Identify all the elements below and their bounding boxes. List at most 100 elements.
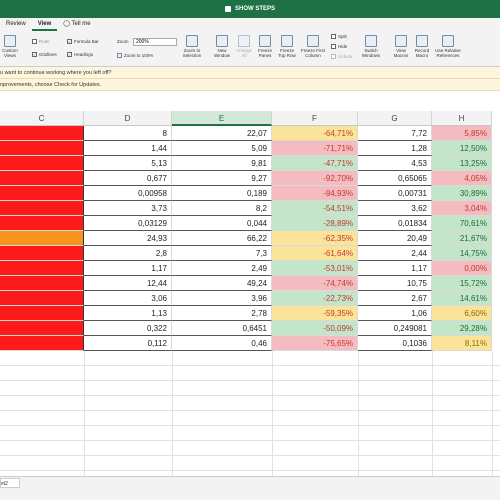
empty-row[interactable] — [0, 411, 500, 426]
ruler-checkbox[interactable]: Ruler — [32, 39, 50, 44]
cell-e[interactable]: 3,96 — [172, 291, 272, 306]
cell-d[interactable]: 5,13 — [84, 156, 172, 171]
cell-c[interactable] — [0, 336, 84, 351]
cell-e[interactable]: 9,81 — [172, 156, 272, 171]
cell-f[interactable]: -28,89% — [272, 216, 358, 231]
cell-g[interactable]: 1,28 — [358, 141, 432, 156]
cell-d[interactable]: 1,13 — [84, 306, 172, 321]
use-relative-references-button[interactable]: Use Relative References — [433, 35, 463, 58]
cell-d[interactable]: 0,112 — [84, 336, 172, 351]
cell-e[interactable]: 22,07 — [172, 126, 272, 141]
cell-d[interactable]: 24,93 — [84, 231, 172, 246]
cell-d[interactable]: 0,322 — [84, 321, 172, 336]
cell-f[interactable]: -92,70% — [272, 171, 358, 186]
formula-bar-checkbox[interactable]: ✓ Formula Bar — [67, 39, 99, 44]
headings-checkbox[interactable]: ✓ Headings — [67, 52, 93, 57]
cell-d[interactable]: 0,00958 — [84, 186, 172, 201]
column-header-c[interactable]: C — [0, 111, 84, 126]
cell-d[interactable]: 0,677 — [84, 171, 172, 186]
cell-c[interactable] — [0, 276, 84, 291]
cell-h[interactable]: 12,50% — [432, 141, 492, 156]
cell-c[interactable] — [0, 126, 84, 141]
cell-e[interactable]: 2,49 — [172, 261, 272, 276]
cell-d[interactable]: 3,73 — [84, 201, 172, 216]
cell-d[interactable]: 0,03129 — [84, 216, 172, 231]
cell-g[interactable]: 10,75 — [358, 276, 432, 291]
cell-g[interactable]: 0,00731 — [358, 186, 432, 201]
cell-e[interactable]: 49,24 — [172, 276, 272, 291]
cell-h[interactable]: 6,60% — [432, 306, 492, 321]
cell-f[interactable]: -94,93% — [272, 186, 358, 201]
tab-tell-me[interactable]: ◯ Tell me — [57, 18, 96, 31]
empty-row[interactable] — [0, 426, 500, 441]
cell-f[interactable]: -22,73% — [272, 291, 358, 306]
empty-row[interactable] — [0, 381, 500, 396]
zoom-select[interactable]: 200% — [133, 38, 177, 46]
cell-c[interactable] — [0, 216, 84, 231]
cell-g[interactable]: 0,1036 — [358, 336, 432, 351]
cell-e[interactable]: 66,22 — [172, 231, 272, 246]
unhide-button[interactable]: Unhide — [331, 54, 352, 59]
new-window-button[interactable]: New Window — [212, 35, 232, 58]
switch-windows-button[interactable]: Switch Windows — [358, 35, 384, 58]
cell-f[interactable]: -75,65% — [272, 336, 358, 351]
cell-g[interactable]: 1,17 — [358, 261, 432, 276]
split-button[interactable]: Split — [331, 34, 347, 39]
empty-row[interactable] — [0, 351, 500, 366]
cell-h[interactable]: 21,67% — [432, 231, 492, 246]
cell-e[interactable]: 2,78 — [172, 306, 272, 321]
cell-f[interactable]: -74,74% — [272, 276, 358, 291]
gridlines-checkbox[interactable]: ✓ Gridlines — [32, 52, 57, 57]
cell-d[interactable]: 12,44 — [84, 276, 172, 291]
zoom-selection-button[interactable]: Zoom to Selection — [180, 35, 204, 58]
cell-g[interactable]: 1,06 — [358, 306, 432, 321]
zoom-100-button[interactable]: Zoom to 100% — [117, 53, 153, 58]
cell-f[interactable]: -47,71% — [272, 156, 358, 171]
cell-h[interactable]: 29,28% — [432, 321, 492, 336]
cell-h[interactable]: 8,11% — [432, 336, 492, 351]
cell-e[interactable]: 9,27 — [172, 171, 272, 186]
freeze-first-column-button[interactable]: Freeze First Column — [300, 35, 326, 58]
cell-c[interactable] — [0, 171, 84, 186]
cell-h[interactable]: 0,00% — [432, 261, 492, 276]
empty-row[interactable] — [0, 441, 500, 456]
cell-h[interactable]: 70,61% — [432, 216, 492, 231]
cell-f[interactable]: -59,35% — [272, 306, 358, 321]
empty-row[interactable] — [0, 366, 500, 381]
cell-f[interactable]: -54,51% — [272, 201, 358, 216]
column-header-h[interactable]: H — [432, 111, 492, 126]
cell-c[interactable] — [0, 246, 84, 261]
cell-c[interactable] — [0, 201, 84, 216]
empty-row[interactable] — [0, 456, 500, 471]
cell-e[interactable]: 8,2 — [172, 201, 272, 216]
cell-f[interactable]: -64,71% — [272, 126, 358, 141]
cell-h[interactable]: 3,04% — [432, 201, 492, 216]
empty-row[interactable] — [0, 396, 500, 411]
cell-e[interactable]: 0,189 — [172, 186, 272, 201]
freeze-panes-button[interactable]: Freeze Panes — [256, 35, 274, 58]
cell-f[interactable]: -53,01% — [272, 261, 358, 276]
cell-c[interactable] — [0, 156, 84, 171]
column-header-d[interactable]: D — [84, 111, 172, 126]
cell-d[interactable]: 2,8 — [84, 246, 172, 261]
cell-f[interactable]: -71,71% — [272, 141, 358, 156]
record-macro-button[interactable]: Record Macro — [412, 35, 432, 58]
cell-f[interactable]: -50,09% — [272, 321, 358, 336]
cell-g[interactable]: 2,67 — [358, 291, 432, 306]
cell-e[interactable]: 0,044 — [172, 216, 272, 231]
cell-h[interactable]: 15,72% — [432, 276, 492, 291]
cell-c[interactable] — [0, 141, 84, 156]
freeze-top-row-button[interactable]: Freeze Top Row — [276, 35, 298, 58]
cell-d[interactable]: 1,44 — [84, 141, 172, 156]
cell-g[interactable]: 0,65065 — [358, 171, 432, 186]
cell-g[interactable]: 4,53 — [358, 156, 432, 171]
cell-c[interactable] — [0, 321, 84, 336]
column-header-e[interactable]: E — [172, 111, 272, 126]
cell-g[interactable]: 2,44 — [358, 246, 432, 261]
cell-h[interactable]: 5,85% — [432, 126, 492, 141]
cell-g[interactable]: 0,01834 — [358, 216, 432, 231]
cell-h[interactable]: 4,05% — [432, 171, 492, 186]
hide-button[interactable]: Hide — [331, 44, 347, 49]
cell-d[interactable]: 1,17 — [84, 261, 172, 276]
cell-c[interactable] — [0, 261, 84, 276]
